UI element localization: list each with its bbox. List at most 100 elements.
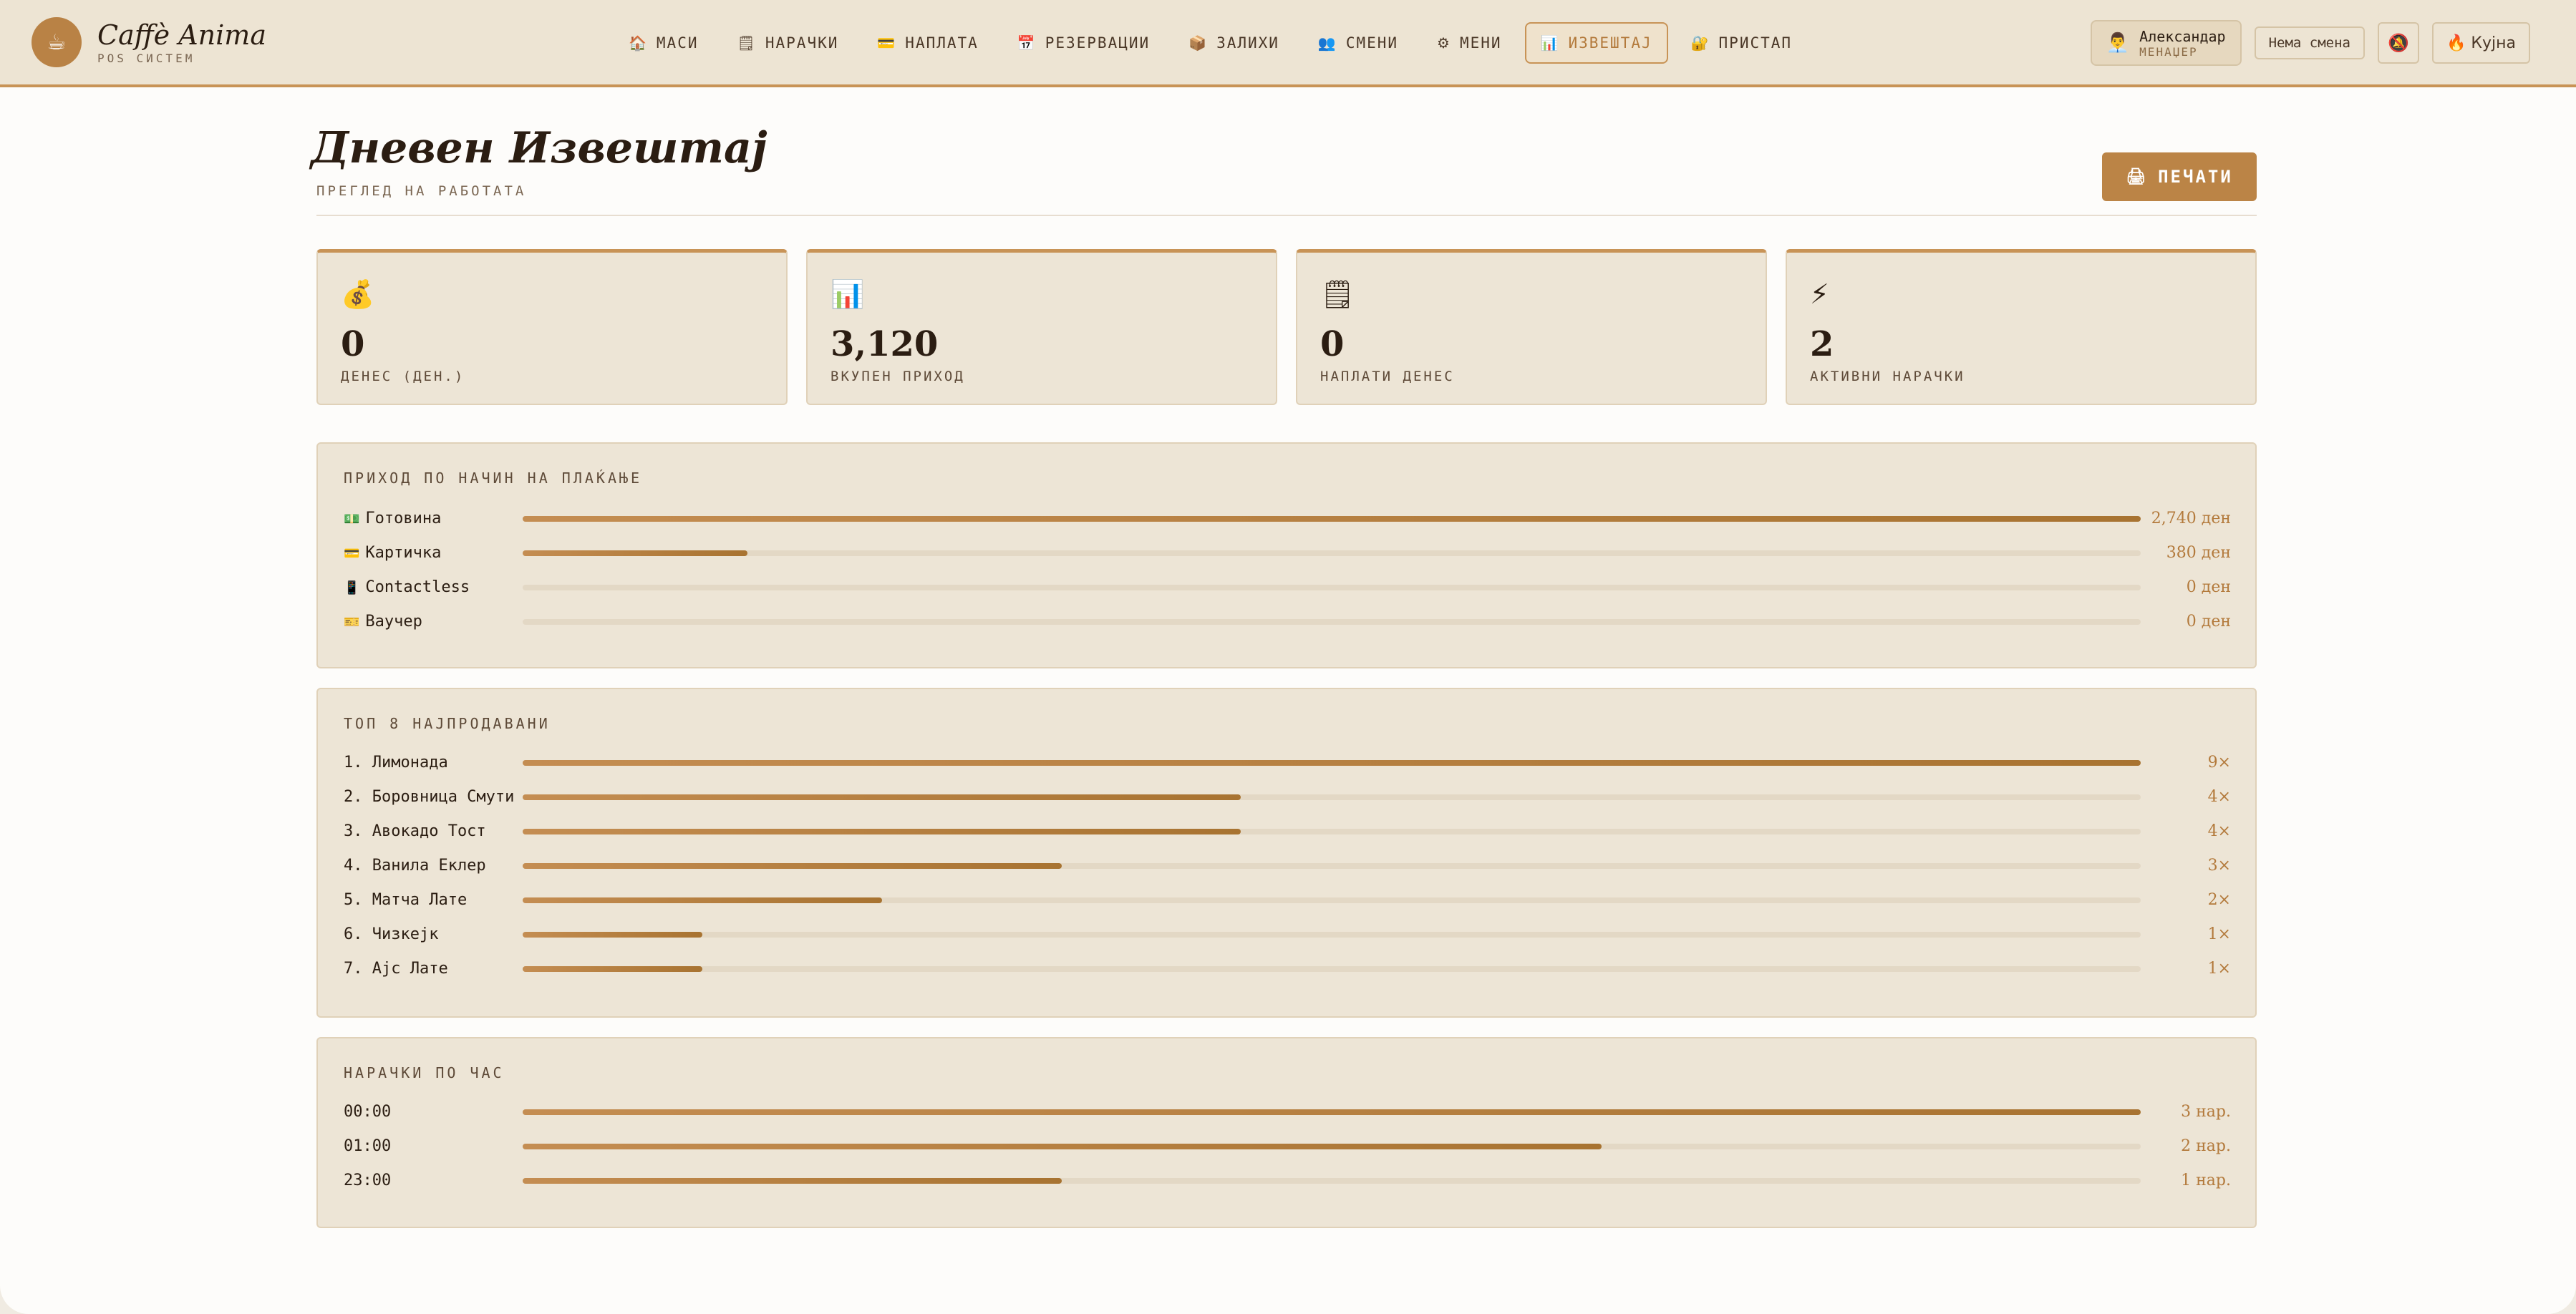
bar-row-label: 6. Чизкејк <box>344 924 438 945</box>
bar-fill <box>523 1109 2141 1115</box>
bar-row-label: 💵 Готовина <box>344 508 441 530</box>
bar-row-text: 23:00 <box>344 1172 392 1189</box>
divider <box>316 215 2257 216</box>
bar-fill <box>523 897 882 903</box>
stat-icon: 📊 <box>831 278 865 310</box>
payment-method-icon: 💳 <box>344 546 360 561</box>
bar-row-text: Картичка <box>365 544 442 562</box>
bar-fill <box>523 794 1241 800</box>
bell-muted-icon[interactable]: 🔕 <box>2377 22 2419 64</box>
bar-row-label: 7. Ајс Лате <box>344 958 448 980</box>
nav-tab-narachki[interactable]: 🗒 НАРАЧКИ <box>721 22 854 64</box>
user-icon: 👨‍💼 <box>2106 32 2130 54</box>
app-window: ☕ Caffè Anima POS СИСТЕМ 🏠 МАСИ 🗒 НАРАЧКИ 💳 Н… <box>0 0 2576 1314</box>
stat-label: ВКУПЕН ПРИХОД <box>831 369 965 384</box>
nav-tab-naplata[interactable]: 💳 НАПЛАТА <box>861 22 994 64</box>
stat-value: 2 <box>1810 324 1834 364</box>
nav-tab-rezervacii[interactable]: 📅 РЕЗЕРВАЦИИ <box>1002 22 1166 64</box>
stat-label: ДЕНЕС (ДЕН.) <box>341 369 465 384</box>
bar-row: 4. Ванила Еклер 3× <box>344 855 2231 877</box>
bar-row-label: 5. Матча Лате <box>344 890 467 911</box>
printer-icon: 🖨 <box>2126 167 2149 186</box>
nav-tab-label: СМЕНИ <box>1345 34 1399 52</box>
bar-fill <box>523 760 2141 766</box>
bar-row: 🎫 Ваучер 0 ден <box>344 611 2231 633</box>
bar-fill <box>523 932 702 938</box>
top-header: ☕ Caffè Anima POS СИСТЕМ 🏠 МАСИ 🗒 НАРАЧКИ 💳 Н… <box>0 0 2576 87</box>
stat-label: НАПЛАТИ ДЕНЕС <box>1320 369 1455 384</box>
bar-row-text: 1. Лимонада <box>344 754 448 772</box>
bar-row-text: 2. Боровница Смути <box>344 788 515 806</box>
bar-track <box>523 1109 2141 1115</box>
nav-tab-pristap[interactable]: 🔐 ПРИСТАП <box>1675 22 1808 64</box>
print-button[interactable]: 🖨 ПЕЧАТИ <box>2102 152 2257 201</box>
bar-row: 7. Ајс Лате 1× <box>344 958 2231 980</box>
bar-row-label: 1. Лимонада <box>344 752 448 774</box>
bar-row-label: 00:00 <box>344 1101 391 1123</box>
shift-status-button[interactable]: Нема смена <box>2254 26 2365 59</box>
bar-row-text: 6. Чизкејк <box>344 925 439 943</box>
stats-row: 💰 0 ДЕНЕС (ДЕН.) 📊 3,120 ВКУПЕН ПРИХОД 🗒 0 НАПЛА… <box>316 249 2257 405</box>
bar-row-text: Ваучер <box>365 613 422 631</box>
stat-icon: 💰 <box>341 278 375 310</box>
bar-row-label: 📱 Contactless <box>344 577 470 598</box>
bar-fill <box>523 829 1241 834</box>
bar-track <box>523 897 2141 903</box>
narachki-icon: 🗒 <box>737 34 757 52</box>
stat-icon: 🗒 <box>1320 278 1355 310</box>
stat-card-total-revenue: 📊 3,120 ВКУПЕН ПРИХОД <box>806 249 1277 405</box>
bar-row: 23:00 1 нар. <box>344 1170 2231 1192</box>
bar-fill <box>523 550 748 556</box>
bar-track <box>523 760 2141 766</box>
bar-track <box>523 932 2141 938</box>
bar-row-text: 3. Авокадо Тост <box>344 822 486 840</box>
bar-row: 6. Чизкејк 1× <box>344 924 2231 945</box>
nav-tab-label: НАПЛАТА <box>905 34 979 52</box>
nav-tab-label: МЕНИ <box>1459 34 1502 52</box>
bar-row-value: 1× <box>2207 960 2231 978</box>
bar-row-value: 4× <box>2207 822 2231 840</box>
payment-method-icon: 📱 <box>344 580 360 595</box>
kitchen-button[interactable]: 🔥 Кујна <box>2431 22 2530 64</box>
panel-title: ПРИХОД ПО НАЧИН НА ПЛАЌАЊЕ <box>344 469 643 487</box>
logo-text: Caffè Anima POS СИСТЕМ <box>97 20 266 65</box>
bar-row: 5. Матча Лате 2× <box>344 890 2231 911</box>
bar-row-value: 0 ден <box>2186 613 2231 631</box>
nav-tab-label: ПРИСТАП <box>1718 34 1793 52</box>
bar-row: 2. Боровница Смути 4× <box>344 787 2231 808</box>
masi-icon: 🏠 <box>629 34 648 52</box>
bar-track <box>523 863 2141 869</box>
user-info: Александар МЕНАЏЕР <box>2139 28 2225 59</box>
bar-row-label: 01:00 <box>344 1136 391 1157</box>
nav-tab-zalihi[interactable]: 📦 ЗАЛИХИ <box>1173 22 1295 64</box>
logo[interactable]: ☕ Caffè Anima POS СИСТЕМ <box>32 17 266 67</box>
nav-tab-label: МАСИ <box>656 34 699 52</box>
bar-fill <box>523 863 1062 869</box>
nav-tab-izveshtaj[interactable]: 📊 ИЗВЕШТАЈ <box>1524 22 1668 64</box>
bar-row: 📱 Contactless 0 ден <box>344 577 2231 598</box>
rezervacii-icon: 📅 <box>1017 34 1037 52</box>
nav-tab-smeni[interactable]: 👥 СМЕНИ <box>1302 22 1414 64</box>
bar-fill <box>523 1144 1602 1149</box>
user-role: МЕНАЏЕР <box>2139 44 2198 59</box>
stat-card-today-revenue: 💰 0 ДЕНЕС (ДЕН.) <box>316 249 788 405</box>
bar-track <box>523 619 2141 625</box>
bar-row-text: 5. Матча Лате <box>344 891 468 909</box>
nav-tab-label: РЕЗЕРВАЦИИ <box>1045 34 1151 52</box>
bar-track <box>523 794 2141 800</box>
print-label: ПЕЧАТИ <box>2158 167 2233 187</box>
nav-tab-masi[interactable]: 🏠 МАСИ <box>613 22 714 64</box>
payment-method-icon: 🎫 <box>344 615 360 630</box>
bar-row: 3. Авокадо Тост 4× <box>344 821 2231 842</box>
bar-row: 💳 Картичка 380 ден <box>344 542 2231 564</box>
top-sellers-panel: ТОП 8 НАЈПРОДАВАНИ 1. Лимонада 9× 2. Боров… <box>316 688 2257 1018</box>
stat-card-active-orders: ⚡ 2 АКТИВНИ НАРАЧКИ <box>1786 249 2257 405</box>
pristap-icon: 🔐 <box>1690 34 1710 52</box>
nav-tab-label: НАРАЧКИ <box>765 34 839 52</box>
user-name: Александар <box>2139 27 2226 45</box>
coffee-cup-icon: ☕ <box>32 17 82 67</box>
nav-tab-meni[interactable]: ⚙ МЕНИ <box>1421 22 1518 64</box>
bar-track <box>523 966 2141 972</box>
user-menu[interactable]: 👨‍💼 Александар МЕНАЏЕР <box>2090 20 2242 66</box>
panel-title: НАРАЧКИ ПО ЧАС <box>344 1064 505 1081</box>
